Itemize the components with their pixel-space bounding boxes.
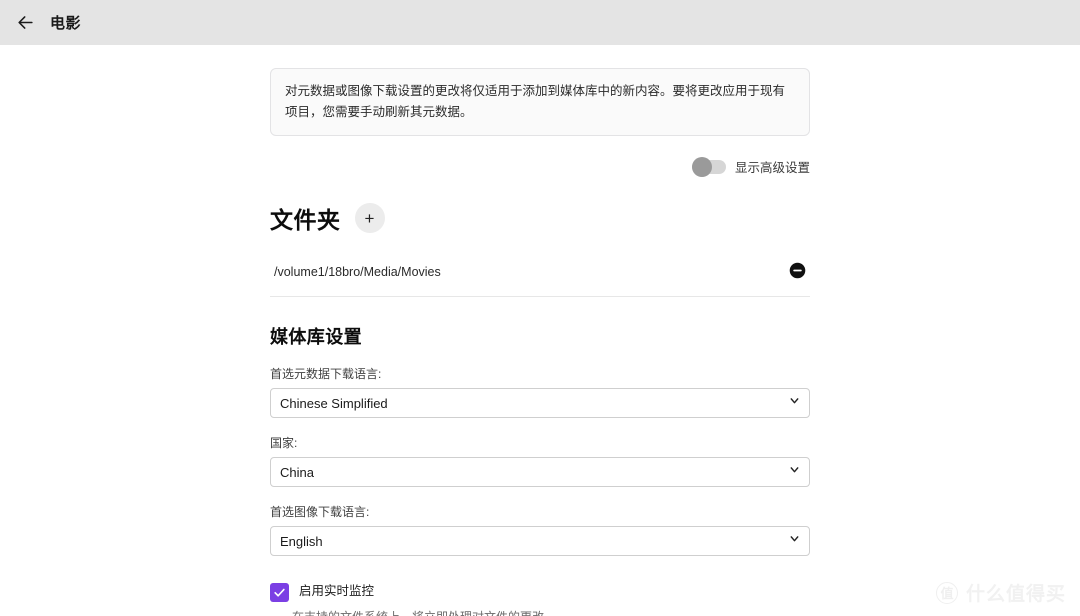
preferred-metadata-language-select[interactable]: Chinese Simplified <box>270 388 810 418</box>
check-icon <box>273 586 286 599</box>
country-select[interactable]: China <box>270 457 810 487</box>
realtime-monitoring-checkbox[interactable] <box>270 583 289 602</box>
settings-content: 对元数据或图像下载设置的更改将仅适用于添加到媒体库中的新内容。要将更改应用于现有… <box>270 45 810 616</box>
watermark-logo-icon: 值 <box>936 582 958 604</box>
preferred-image-language-label: 首选图像下载语言: <box>270 503 810 520</box>
folder-list-item: /volume1/18bro/Media/Movies <box>270 246 810 297</box>
folders-heading: 文件夹 <box>270 201 341 235</box>
page-title: 电影 <box>50 12 81 33</box>
watermark: 值 什么值得买 <box>936 579 1066 606</box>
settings-page: 对元数据或图像下载设置的更改将仅适用于添加到媒体库中的新内容。要将更改应用于现有… <box>0 45 1080 616</box>
plus-icon: + <box>365 210 375 227</box>
realtime-monitoring-description: 在支持的文件系统上，将立即处理对文件的更改。 <box>292 608 810 616</box>
arrow-left-icon <box>16 13 35 32</box>
folder-path: /volume1/18bro/Media/Movies <box>274 265 441 279</box>
add-folder-button[interactable]: + <box>355 203 385 233</box>
app-bar: 电影 <box>0 0 1080 45</box>
field-preferred-image-language: 首选图像下载语言: English <box>270 503 810 556</box>
remove-folder-button[interactable] <box>789 262 806 282</box>
watermark-text: 什么值得买 <box>966 579 1066 606</box>
library-settings-heading: 媒体库设置 <box>270 323 810 349</box>
back-button[interactable] <box>8 6 42 40</box>
field-preferred-metadata-language: 首选元数据下载语言: Chinese Simplified <box>270 365 810 418</box>
show-advanced-settings-toggle[interactable] <box>692 160 726 174</box>
preferred-image-language-select[interactable]: English <box>270 526 810 556</box>
field-country: 国家: China <box>270 434 810 487</box>
metadata-change-notice: 对元数据或图像下载设置的更改将仅适用于添加到媒体库中的新内容。要将更改应用于现有… <box>270 68 810 136</box>
toggle-knob <box>692 157 712 177</box>
folders-header: 文件夹 + <box>270 201 810 235</box>
country-label: 国家: <box>270 434 810 451</box>
minus-circle-icon <box>789 262 806 282</box>
realtime-monitoring-label: 启用实时监控 <box>299 583 374 599</box>
realtime-monitoring-row: 启用实时监控 <box>270 582 810 602</box>
preferred-metadata-language-label: 首选元数据下载语言: <box>270 365 810 382</box>
advanced-settings-row: 显示高级设置 <box>270 157 810 176</box>
show-advanced-settings-label: 显示高级设置 <box>735 157 810 176</box>
